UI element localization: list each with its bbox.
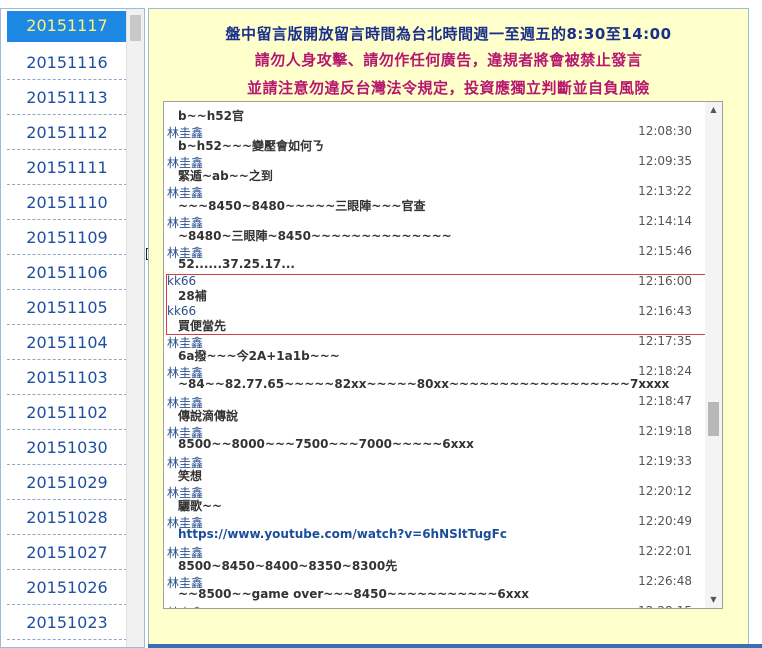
panel-bottom-border [148, 644, 762, 648]
date-list-item[interactable]: 20151028 [7, 501, 127, 535]
date-list-item[interactable]: 20151111 [7, 151, 127, 185]
date-list-scroll-thumb[interactable] [130, 15, 141, 41]
message-timestamp: 12:20:49 [638, 514, 692, 528]
message-text: ~~8500~~game over~~~8450~~~~~~~~~~~6xxx [178, 587, 529, 601]
message-timestamp: 12:13:22 [638, 184, 692, 198]
chat-message: 林圭鑫 12:09:35 緊遁~ab~~之到 [164, 152, 704, 183]
date-list-item[interactable]: 20151027 [7, 536, 127, 570]
message-timestamp: 12:26:48 [638, 574, 692, 588]
date-list-item[interactable]: 20151103 [7, 361, 127, 395]
date-list-item[interactable]: 20151104 [7, 326, 127, 360]
message-timestamp: 12:20:12 [638, 484, 692, 498]
message-list: b~~h52官 林圭鑫 12:08:30 b~h52~~~變壓會如何ㄋ 林圭鑫 12:09… [164, 102, 704, 608]
date-list-item[interactable]: 20151026 [7, 571, 127, 605]
message-timestamp: 12:16:00 [638, 274, 692, 288]
scroll-up-arrow-icon[interactable]: ▲ [705, 102, 722, 118]
chat-message: 林圭鑫 12:20:12 驪歌~~ [164, 482, 704, 513]
chat-message: b~~h52官 [164, 102, 704, 123]
board-page: 20151117 20151116 20151113 20151112 20151111… [0, 0, 762, 648]
chat-message: 林圭鑫 12:18:24 ~84~~82.77.65~~~~~82xx~~~~~80… [164, 362, 704, 392]
chat-message: 林圭鑫 12:20:49 https://www.youtube.com/watch… [164, 512, 704, 542]
chat-message: 林圭鑫 12:26:48 ~~8500~~game over~~~8450~~~~~… [164, 572, 704, 602]
message-timestamp: 12:15:46 [638, 244, 692, 258]
chat-message-box[interactable]: b~~h52官 林圭鑫 12:08:30 b~h52~~~變壓會如何ㄋ 林圭鑫 12:09… [163, 101, 723, 609]
message-text: ~84~~82.77.65~~~~~82xx~~~~~80xx~~~~~~~~~… [178, 377, 670, 391]
message-timestamp: 12:18:47 [638, 394, 692, 408]
message-timestamp: 12:09:35 [638, 154, 692, 168]
date-list: 20151117 20151116 20151113 20151112 20151111… [7, 11, 127, 647]
date-list-item[interactable]: 20151030 [7, 431, 127, 465]
chat-message: 林圭鑫 12:08:30 b~h52~~~變壓會如何ㄋ [164, 122, 704, 153]
message-username[interactable]: kk66 [167, 274, 196, 288]
message-board-panel: 盤中留言版開放留言時間為台北時間週一至週五的8:30至14:00 請勿人身攻擊、… [148, 8, 749, 648]
message-text: 52......37.25.17... [178, 257, 295, 271]
chat-message: 林圭鑫 12:19:18 8500~~8000~~~7500~~~7000~~~~~… [164, 422, 704, 452]
date-list-item[interactable]: 20151102 [7, 396, 127, 430]
chat-message: kk66 12:16:00 28補 [164, 272, 704, 303]
message-timestamp: 12:17:35 [638, 334, 692, 348]
message-timestamp: 12:18:24 [638, 364, 692, 378]
message-timestamp: 12:16:43 [638, 304, 692, 318]
chat-message: 林圭鑫 12:28:15 [164, 602, 704, 608]
scroll-down-arrow-icon[interactable]: ▼ [705, 592, 722, 608]
chat-message: 林圭鑫 12:15:46 52......37.25.17... [164, 242, 704, 272]
message-timestamp: 12:14:14 [638, 214, 692, 228]
message-username[interactable]: 林圭鑫 [167, 604, 203, 608]
date-list-item[interactable]: 20151105 [7, 291, 127, 325]
chat-message: 林圭鑫 12:17:35 6a撥~~~今2A+1a1b~~~ [164, 332, 704, 363]
chat-scroll-thumb[interactable] [708, 402, 719, 436]
date-list-item[interactable]: 20151117 [7, 11, 127, 42]
date-list-item[interactable]: 20151022 [7, 641, 127, 647]
message-timestamp: 12:19:33 [638, 454, 692, 468]
date-list-item[interactable]: 20151029 [7, 466, 127, 500]
date-list-scrollbar[interactable] [126, 9, 144, 647]
date-list-item[interactable]: 20151109 [7, 221, 127, 255]
message-timestamp: 12:19:18 [638, 424, 692, 438]
message-timestamp: 12:28:15 [638, 604, 692, 608]
message-timestamp: 12:08:30 [638, 124, 692, 138]
board-hours-notice: 盤中留言版開放留言時間為台北時間週一至週五的8:30至14:00 [225, 25, 672, 43]
chat-message: 林圭鑫 12:18:47 傳說滴傳說 [164, 392, 704, 423]
date-list-item[interactable]: 20151110 [7, 186, 127, 220]
message-username[interactable]: kk66 [167, 304, 196, 318]
risk-notice: 並請注意勿違反台灣法令規定，投資應獨立判斷並自負風險 [246, 79, 650, 97]
chat-message: 林圭鑫 12:14:14 ~8480~三眼陣~8450~~~~~~~~~~~~~~ [164, 212, 704, 243]
chat-scrollbar[interactable]: ▲ ▼ [705, 102, 722, 608]
message-text: 8500~~8000~~~7500~~~7000~~~~~6xxx [178, 437, 474, 451]
chat-message: kk66 12:16:43 買便當先 [164, 302, 704, 333]
chat-message: 林圭鑫 12:13:22 ~~~8450~8480~~~~~三眼陣~~~官查 [164, 182, 704, 213]
date-list-panel: 20151117 20151116 20151113 20151112 20151111… [0, 8, 145, 648]
date-list-item[interactable]: 20151023 [7, 606, 127, 640]
date-list-item[interactable]: 20151116 [7, 46, 127, 80]
message-link[interactable]: https://www.youtube.com/watch?v=6hNSltTu… [178, 527, 507, 541]
date-list-item[interactable]: 20151112 [7, 116, 127, 150]
chat-message: 林圭鑫 12:19:33 笑想 [164, 452, 704, 483]
rules-notice: 請勿人身攻擊、請勿作任何廣告，違規者將會被禁止發言 [254, 51, 643, 69]
message-timestamp: 12:22:01 [638, 544, 692, 558]
date-list-item[interactable]: 20151113 [7, 81, 127, 115]
date-list-item[interactable]: 20151106 [7, 256, 127, 290]
chat-message: 林圭鑫 12:22:01 8500~8450~8400~8350~8300先 [164, 542, 704, 573]
